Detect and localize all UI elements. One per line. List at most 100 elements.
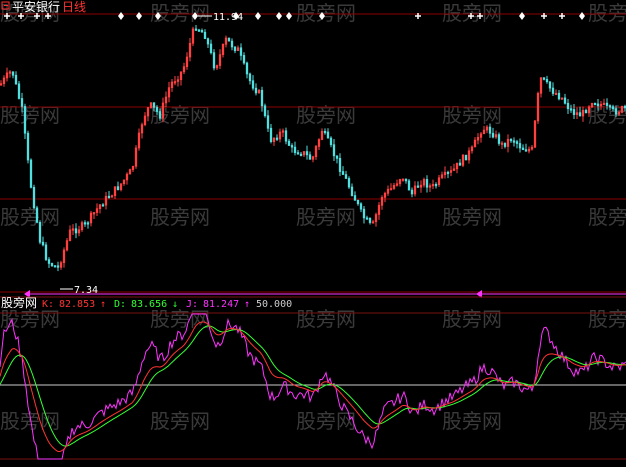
chart-canvas[interactable]: 股旁网股旁网股旁网股旁网股旁网股旁网股旁网股旁网股旁网股旁网股旁网股旁网股旁网股… [0,0,626,467]
candle-body [323,130,327,134]
candle-body [608,105,612,108]
candle-body [152,102,156,108]
candle-body [365,217,369,220]
candle-body [434,184,438,187]
candle-body [290,145,294,148]
candle-body [518,143,522,149]
watermark-text: 股旁网 [588,409,626,433]
j-label: J: [186,299,198,310]
candle-body [578,112,582,117]
j-arrow-icon: ↑ [244,299,250,310]
candle-body [17,83,21,99]
stock-name: 平安银行 [12,0,60,14]
candle-body [503,142,507,147]
candle-body [44,244,48,260]
candle-body [566,102,570,110]
candle-body [344,174,348,179]
candle-body [464,154,468,161]
watermark-text: 股旁网 [296,205,356,229]
candle-body [356,200,360,205]
candle-body [269,127,273,143]
candle-body [458,162,462,166]
period-label: 日线 [62,0,86,14]
watermark-text: 股旁网 [296,307,356,331]
watermark-text: 股旁网 [150,205,210,229]
candle-body [305,151,309,156]
candle-body [551,87,555,94]
signal-diamond-icon [579,12,585,20]
candle-body [338,157,342,172]
candle-body [14,74,18,85]
watermark-text: 股旁网 [296,1,356,25]
candle-body [38,222,42,243]
candle-body [284,130,288,142]
watermark-text: 股旁网 [0,205,60,229]
candle-body [545,79,549,83]
candle-body [263,105,267,117]
candle-body [296,152,300,155]
candle-body [23,106,27,134]
candle-body [308,154,312,160]
candle-body [593,103,597,106]
candle-body [20,98,24,107]
candle-body [614,108,618,115]
signal-diamond-icon [255,12,261,20]
candle-body [548,81,552,89]
candle-body [242,55,246,64]
candle-body [275,137,279,140]
candle-body [86,222,90,225]
candle-body [50,263,54,266]
candle-body [542,77,546,80]
price-reference-lines [0,13,626,293]
candle-body [212,52,216,69]
level-value: 50.000 [256,299,292,310]
candle-body [515,141,519,144]
candle-body [488,126,492,134]
candle-body [287,140,291,146]
candle-body [203,31,207,40]
candle-body [350,186,354,196]
candle-body [35,207,39,223]
candle-body [425,179,429,188]
candlestick-series[interactable] [0,24,626,272]
k-arrow-icon: ↑ [100,299,106,310]
signal-diamond-icon [118,12,124,20]
candle-body [260,89,264,107]
candle-body [233,46,237,52]
candle-body [107,195,111,199]
candle-body [497,134,501,144]
candle-body [116,186,120,190]
candle-body [74,228,78,234]
candle-body [266,115,270,129]
candle-body [329,137,333,146]
candle-body [332,144,336,157]
indicator-title: 股旁网 [1,295,37,310]
candle-body [227,37,231,42]
candle-body [155,107,159,112]
watermark-text: 股旁网 [0,307,60,331]
kdj-series[interactable] [0,313,626,460]
candle-body [347,178,351,188]
candle-body [491,132,495,138]
candle-body [584,109,588,114]
candle-body [557,92,561,100]
signal-diamond-icon [136,12,142,20]
j-value: 81.247 [203,299,239,310]
d-label: D: [114,299,126,310]
kdj-reference-lines [0,312,626,460]
candle-body [56,265,60,268]
candle-body [26,132,30,161]
watermark-text: 股旁网 [588,205,626,229]
candle-body [512,140,516,143]
candle-body [299,153,303,156]
candle-body [569,108,573,111]
candle-body [209,43,213,54]
watermark-text: 股旁网 [588,1,626,25]
d-value: 83.656 [131,299,167,310]
candle-body [200,30,204,33]
watermark-text: 股旁网 [150,307,210,331]
candle-body [446,171,450,175]
watermark-text: 股旁网 [150,409,210,433]
candle-body [407,180,411,191]
candle-body [368,217,372,223]
